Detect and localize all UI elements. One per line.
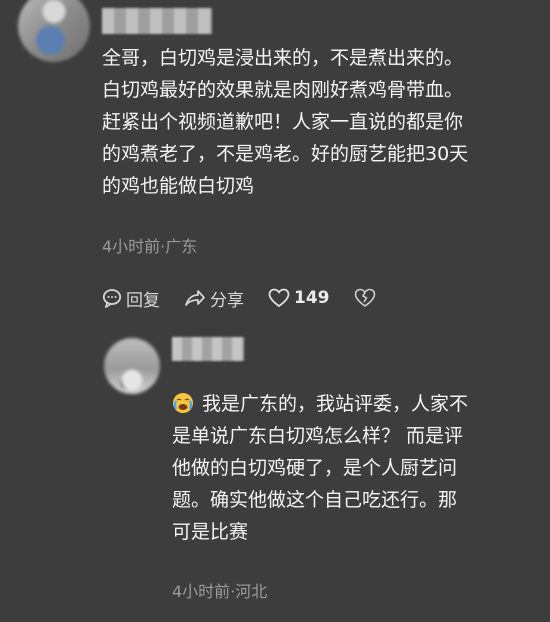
broken-heart-icon: [354, 288, 375, 307]
reply-comment-line: 题。确实他做这个自己吃还行。那: [172, 489, 458, 511]
main-comment-meta: 4小时前·广东: [102, 237, 198, 256]
share-arrow-icon: [185, 290, 205, 306]
reply-avatar[interactable]: [104, 338, 160, 394]
share-button[interactable]: 分享: [184, 286, 244, 311]
like-button[interactable]: 149: [268, 288, 330, 308]
reply-line-text: 我是广东的，我站评委，人家不: [202, 393, 469, 415]
main-comment-line: 的鸡也能做白切鸡: [102, 175, 255, 197]
reply-comment-text: 我是广东的，我站评委，人家不 是单说广东白切鸡怎么样？ 而是评 他做的白切鸡硬了…: [172, 388, 522, 548]
reply-comment-line: 是单说广东白切鸡怎么样？ 而是评: [172, 425, 464, 447]
share-label: 分享: [210, 290, 244, 311]
reply-comment-line: 他做的白切鸡硬了，是个人厨艺问: [172, 457, 458, 479]
heart-icon: [268, 288, 290, 308]
main-comment-text: 全哥，白切鸡是浸出来的，不是煮出来的。 白切鸡最好的效果就是肉刚好煮鸡骨带血。 …: [102, 42, 532, 202]
reply-comment-line: 我是广东的，我站评委，人家不: [172, 388, 522, 420]
like-count: 149: [294, 288, 330, 308]
main-avatar[interactable]: [18, 0, 90, 62]
main-username-blurred[interactable]: [102, 8, 212, 34]
reply-comment-meta: 4小时前·河北: [172, 582, 268, 601]
reply-label: 回复: [126, 290, 160, 311]
comment-bubble-icon: [102, 289, 122, 308]
main-comment-line: 白切鸡最好的效果就是肉刚好煮鸡骨带血。: [102, 79, 464, 101]
dislike-button[interactable]: [354, 288, 380, 308]
main-comment-line: 的鸡煮老了，不是鸡老。好的厨艺能把30天: [102, 143, 469, 165]
crying-face-icon: [173, 393, 193, 413]
reply-username-blurred[interactable]: [172, 337, 244, 361]
reply-comment-line: 可是比赛: [172, 521, 249, 543]
main-comment-line: 赶紧出个视频道歉吧！人家一直说的都是你: [102, 111, 464, 133]
reply-button[interactable]: 回复: [102, 286, 160, 311]
main-comment-actions: 回复 分享 149: [102, 285, 404, 311]
main-comment-line: 全哥，白切鸡是浸出来的，不是煮出来的。: [102, 47, 464, 69]
